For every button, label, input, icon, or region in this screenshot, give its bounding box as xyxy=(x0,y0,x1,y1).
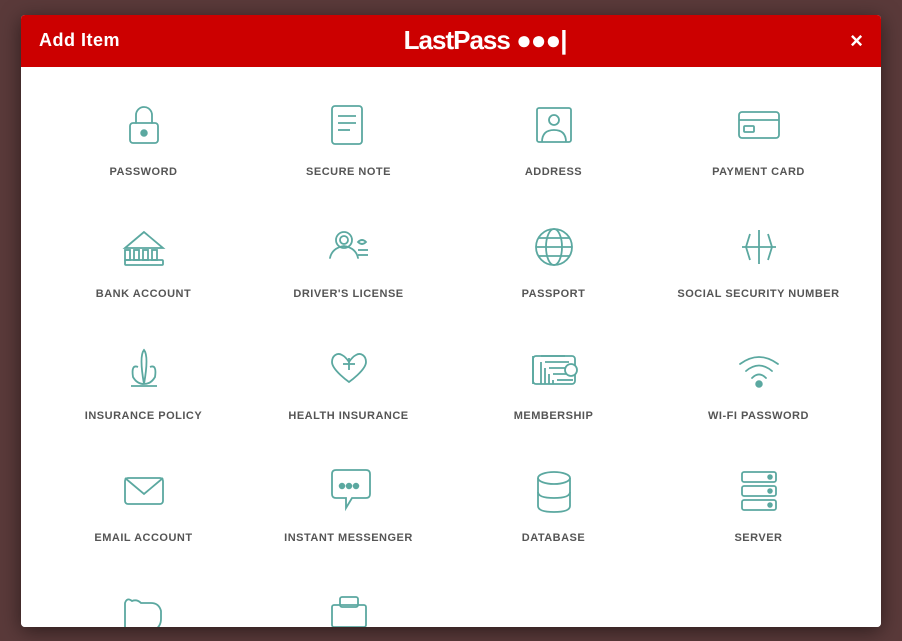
health-insurance-label: HEALTH INSURANCE xyxy=(288,409,408,423)
instant-messenger-icon xyxy=(319,461,379,521)
server-icon xyxy=(729,461,789,521)
social-security-label: SOCIAL SECURITY NUMBER xyxy=(677,287,839,301)
titlebar: Add Item LastPass ●●●| × xyxy=(21,15,881,67)
address-label: ADDRESS xyxy=(525,165,582,179)
password-icon xyxy=(114,95,174,155)
wifi-password-label: WI-FI PASSWORD xyxy=(708,409,809,423)
item-payment-card[interactable]: PAYMENT CARD xyxy=(656,77,861,189)
database-icon xyxy=(524,461,584,521)
bank-account-icon xyxy=(114,217,174,277)
items-grid: PASSWORD SECURE NOTE ADDRESS PAYMENT CARD BA… xyxy=(41,77,861,627)
bank-account-label: BANK ACCOUNT xyxy=(96,287,191,301)
add-item-window: Add Item LastPass ●●●| × PASSWORD SECURE … xyxy=(21,15,881,627)
item-wifi-password[interactable]: WI-FI PASSWORD xyxy=(656,321,861,433)
health-insurance-icon xyxy=(319,339,379,399)
payment-card-icon xyxy=(729,95,789,155)
social-security-icon xyxy=(729,217,789,277)
instant-messenger-label: INSTANT MESSENGER xyxy=(284,531,413,545)
database-label: DATABASE xyxy=(522,531,585,545)
payment-card-label: PAYMENT CARD xyxy=(712,165,805,179)
secure-note-label: SECURE NOTE xyxy=(306,165,391,179)
item-instant-messenger[interactable]: INSTANT MESSENGER xyxy=(246,443,451,555)
more1-icon xyxy=(114,584,174,627)
item-passport[interactable]: PASSPORT xyxy=(451,199,656,311)
item-membership[interactable]: MEMBERSHIP xyxy=(451,321,656,433)
item-insurance-policy[interactable]: INSURANCE POLICY xyxy=(41,321,246,433)
email-account-label: EMAIL ACCOUNT xyxy=(94,531,192,545)
item-secure-note[interactable]: SECURE NOTE xyxy=(246,77,451,189)
passport-label: PASSPORT xyxy=(522,287,586,301)
address-icon xyxy=(524,95,584,155)
secure-note-icon xyxy=(319,95,379,155)
close-button[interactable]: × xyxy=(850,30,863,52)
item-address[interactable]: ADDRESS xyxy=(451,77,656,189)
item-password[interactable]: PASSWORD xyxy=(41,77,246,189)
item-bank-account[interactable]: BANK ACCOUNT xyxy=(41,199,246,311)
passport-icon xyxy=(524,217,584,277)
item-health-insurance[interactable]: HEALTH INSURANCE xyxy=(246,321,451,433)
item-social-security[interactable]: SOCIAL SECURITY NUMBER xyxy=(656,199,861,311)
more2-icon xyxy=(319,584,379,627)
items-grid-container: PASSWORD SECURE NOTE ADDRESS PAYMENT CARD BA… xyxy=(21,67,881,627)
item-email-account[interactable]: EMAIL ACCOUNT xyxy=(41,443,246,555)
window-title: Add Item xyxy=(39,30,120,51)
insurance-policy-icon xyxy=(114,339,174,399)
server-label: SERVER xyxy=(734,531,782,545)
item-server[interactable]: SERVER xyxy=(656,443,861,555)
membership-icon xyxy=(524,339,584,399)
drivers-license-icon xyxy=(319,217,379,277)
wifi-password-icon xyxy=(729,339,789,399)
password-label: PASSWORD xyxy=(110,165,178,179)
membership-label: MEMBERSHIP xyxy=(514,409,594,423)
item-drivers-license[interactable]: DRIVER'S LICENSE xyxy=(246,199,451,311)
lastpass-logo: LastPass ●●●| xyxy=(404,25,567,56)
item-more2[interactable] xyxy=(246,566,451,627)
item-more1[interactable] xyxy=(41,566,246,627)
insurance-policy-label: INSURANCE POLICY xyxy=(85,409,202,423)
drivers-license-label: DRIVER'S LICENSE xyxy=(293,287,403,301)
item-database[interactable]: DATABASE xyxy=(451,443,656,555)
email-account-icon xyxy=(114,461,174,521)
